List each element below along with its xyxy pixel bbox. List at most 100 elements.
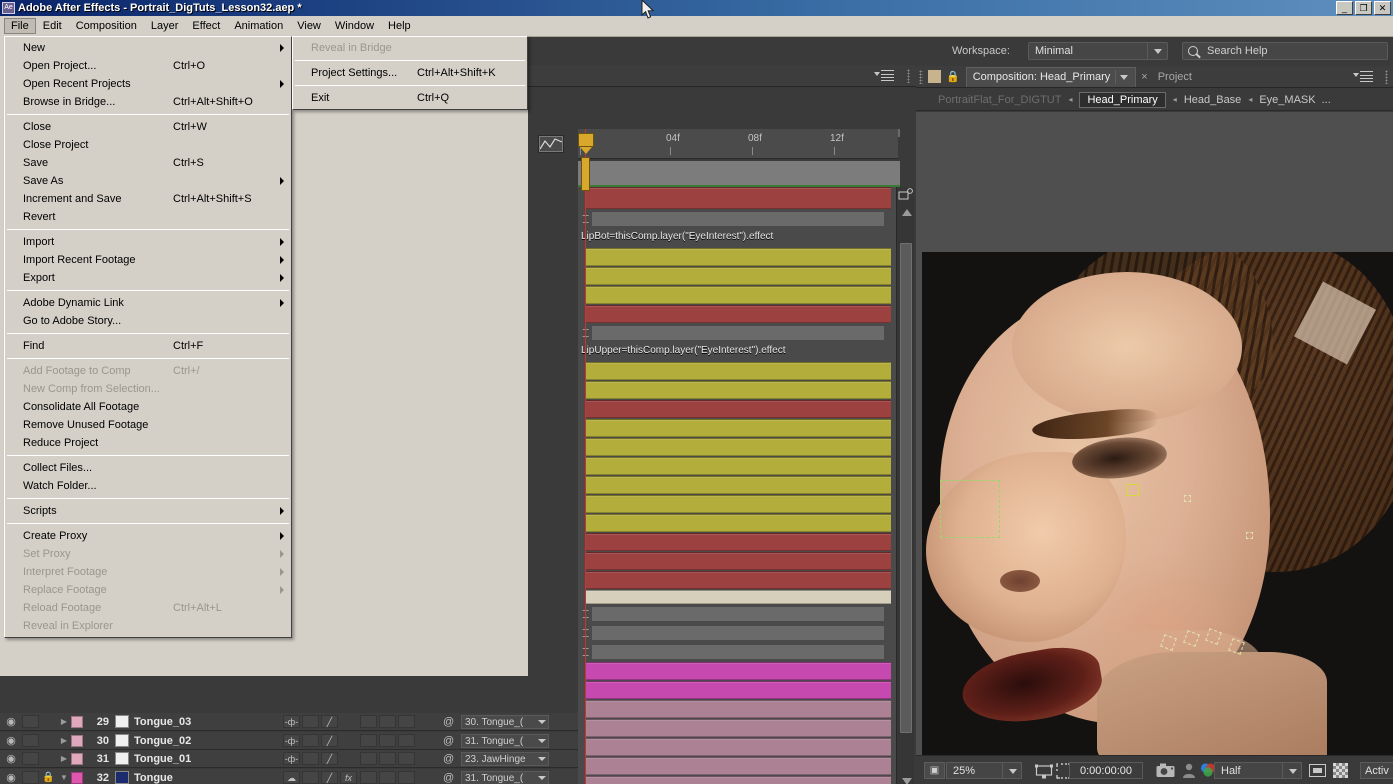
menu-item-import[interactable]: Import	[5, 233, 291, 251]
three-d-switch[interactable]	[398, 752, 415, 765]
layer-name[interactable]: Tongue_03	[134, 716, 191, 728]
layer-duration-bar[interactable]	[585, 381, 891, 399]
menu-item-go-to-adobe-story[interactable]: Go to Adobe Story...	[5, 312, 291, 330]
layer-duration-bar[interactable]	[585, 738, 891, 756]
adjustment-switch[interactable]	[379, 771, 396, 784]
quality-switch[interactable]: ╱	[321, 771, 338, 784]
layer-color-swatch[interactable]	[71, 771, 83, 784]
three-d-switch[interactable]	[398, 734, 415, 747]
layer-mode-switches[interactable]	[360, 752, 415, 765]
comp-panel-menu-icon[interactable]	[1353, 71, 1373, 82]
parent-select[interactable]: 31. Tongue_(	[461, 770, 549, 784]
timeline-panel-menu-icon[interactable]	[874, 70, 894, 81]
mask-handle[interactable]	[1246, 532, 1253, 539]
layer-duration-bar[interactable]	[585, 552, 891, 570]
menu-item-window[interactable]: Window	[328, 18, 381, 34]
table-row[interactable]: ◉ ▶ 29 Tongue_03 -ф- ╱ @30. Tongue_(	[0, 713, 578, 731]
menu-item-remove-unused-footage[interactable]: Remove Unused Footage	[5, 416, 291, 434]
adjustment-switch[interactable]	[379, 715, 396, 728]
timeline-scroll-thumb[interactable]	[900, 243, 912, 733]
show-snapshot-icon[interactable]	[1182, 762, 1196, 779]
menu-item-help[interactable]: Help	[381, 18, 418, 34]
quality-switch[interactable]: ╱	[321, 734, 338, 747]
layer-duration-bar[interactable]	[585, 514, 891, 532]
menu-item-project-settings[interactable]: Project Settings... Ctrl+Alt+Shift+K	[293, 64, 527, 82]
menu-item-effect[interactable]: Effect	[185, 18, 227, 34]
chevron-down-icon[interactable]	[1282, 763, 1301, 778]
workspace-select[interactable]: Minimal	[1028, 42, 1168, 60]
menu-item-export[interactable]: Export	[5, 269, 291, 287]
motion-blur-switch[interactable]	[360, 715, 377, 728]
menu-item-increment-and-save[interactable]: Increment and Save Ctrl+Alt+Shift+S	[5, 190, 291, 208]
motion-blur-switch[interactable]	[360, 771, 377, 784]
eye-icon[interactable]: ◉	[0, 771, 22, 784]
twirl-icon[interactable]: ▶	[57, 736, 71, 745]
adjustment-switch[interactable]	[379, 734, 396, 747]
parent-select[interactable]: 23. JawHinge	[461, 751, 549, 766]
menu-item-edit[interactable]: Edit	[36, 18, 69, 34]
collapse-switch[interactable]	[302, 771, 319, 784]
shy-switch[interactable]: -ф-	[283, 752, 300, 765]
comp-mini-flowchart-icon[interactable]	[898, 187, 914, 207]
layer-duration-bar[interactable]	[585, 776, 891, 784]
breadcrumb-item-head-base[interactable]: Head_Base	[1184, 94, 1242, 106]
chevron-down-icon[interactable]	[538, 756, 546, 761]
menu-item-layer[interactable]: Layer	[144, 18, 186, 34]
mask-selection-box[interactable]	[940, 480, 1000, 538]
layer-duration-bar[interactable]	[585, 187, 891, 209]
expression-ibeam-icon[interactable]: ⌶	[582, 213, 591, 226]
expression-field[interactable]	[592, 212, 884, 226]
layer-duration-bar[interactable]	[585, 457, 891, 475]
parent-pickwhip-icon[interactable]: @	[443, 753, 454, 765]
zoom-level-select[interactable]: 25%	[946, 762, 1022, 779]
three-d-switch[interactable]	[398, 715, 415, 728]
layer-duration-bar[interactable]	[585, 438, 891, 456]
current-time-indicator[interactable]	[578, 133, 594, 155]
motion-blur-switch[interactable]	[360, 752, 377, 765]
scroll-down-arrow-icon[interactable]	[902, 778, 912, 784]
file-menu-right-column[interactable]: Reveal in Bridge Project Settings... Ctrl+…	[292, 36, 528, 110]
layer-duration-bar[interactable]	[585, 267, 891, 285]
expression-text[interactable]: LipUpper=thisComp.layer("EyeInterest").e…	[581, 345, 786, 356]
layer-switches[interactable]: -ф- ╱	[283, 715, 338, 728]
menu-item-revert[interactable]: Revert	[5, 208, 291, 226]
quality-switch[interactable]: ╱	[321, 715, 338, 728]
parent-select[interactable]: 31. Tongue_(	[461, 733, 549, 748]
active-camera-select[interactable]: Activ	[1360, 762, 1393, 779]
eye-icon[interactable]: ◉	[0, 752, 22, 765]
file-menu-dropdown[interactable]: New Open Project... Ctrl+O Open Recent Proj…	[4, 36, 292, 638]
resolution-select[interactable]: Half	[1214, 762, 1302, 779]
menu-item-reduce-project[interactable]: Reduce Project	[5, 434, 291, 452]
menu-item-open-project[interactable]: Open Project... Ctrl+O	[5, 57, 291, 75]
layer-duration-bar[interactable]	[585, 305, 891, 323]
expression-ibeam-icon[interactable]: ⌶	[582, 327, 591, 340]
twirl-icon[interactable]: ▶	[57, 754, 71, 763]
three-d-switch[interactable]	[398, 771, 415, 784]
scroll-up-arrow-icon[interactable]	[902, 209, 912, 216]
shy-switch[interactable]: ☁	[283, 771, 300, 784]
take-snapshot-icon[interactable]	[1156, 762, 1175, 779]
effects-switch[interactable]: fx	[340, 771, 357, 784]
menu-item-save[interactable]: Save Ctrl+S	[5, 154, 291, 172]
close-button[interactable]: ✕	[1374, 1, 1391, 15]
panel-grip-icon[interactable]	[919, 69, 923, 84]
motion-blur-switch[interactable]	[360, 734, 377, 747]
layer-duration-bar[interactable]	[585, 700, 891, 718]
layer-switches[interactable]: -ф- ╱	[283, 752, 338, 765]
audio-toggle[interactable]	[22, 771, 39, 784]
expression-field[interactable]	[592, 326, 884, 340]
layer-duration-bar[interactable]	[585, 757, 891, 775]
collapse-switch[interactable]	[302, 752, 319, 765]
chevron-down-icon[interactable]	[1002, 763, 1021, 778]
eye-icon[interactable]: ◉	[0, 715, 22, 728]
timeline-ruler[interactable]: 0f 04f 08f 12f	[578, 129, 898, 159]
layer-duration-bar[interactable]	[585, 362, 891, 380]
menu-item-animation[interactable]: Animation	[227, 18, 290, 34]
eye-icon[interactable]: ◉	[0, 734, 22, 747]
layer-duration-bar[interactable]	[585, 476, 891, 494]
menu-item-view[interactable]: View	[290, 18, 328, 34]
layer-color-swatch[interactable]	[71, 715, 83, 728]
cti-handle[interactable]	[581, 157, 590, 191]
tab-project[interactable]: Project	[1158, 71, 1192, 83]
layer-color-swatch[interactable]	[71, 734, 83, 747]
